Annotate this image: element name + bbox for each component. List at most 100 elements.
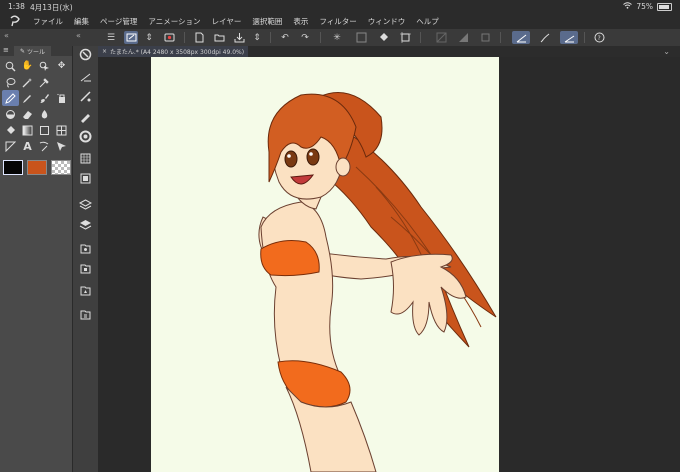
quick-access-icon[interactable] xyxy=(124,31,138,44)
material-2-icon[interactable] xyxy=(79,260,92,274)
magic-wand-icon[interactable] xyxy=(19,74,36,90)
menu-help[interactable]: ヘルプ xyxy=(416,16,439,27)
illustration xyxy=(258,92,497,472)
menu-page[interactable]: ページ管理 xyxy=(100,16,137,27)
divider xyxy=(270,32,271,43)
canvas-area[interactable] xyxy=(98,57,680,472)
deco-icon[interactable] xyxy=(36,106,53,122)
bikini-bottom xyxy=(277,360,351,408)
chevron-down-icon[interactable]: ⌄ xyxy=(663,47,670,56)
open-folder-icon[interactable] xyxy=(212,31,226,44)
invert-selection-icon[interactable] xyxy=(456,31,470,44)
document-tab-title: たまたん.* (A4 2480 x 3508px 300dpi 49.0%) xyxy=(110,49,245,56)
gradient-icon[interactable] xyxy=(19,122,36,138)
brush-snap-icon[interactable] xyxy=(538,31,552,44)
menu-bar: ファイル 編集 ページ管理 アニメーション レイヤー 選択範囲 表示 フィルター… xyxy=(0,13,680,29)
save-icon[interactable] xyxy=(232,31,246,44)
sub-color-swatch[interactable] xyxy=(27,160,47,175)
undo-icon[interactable]: ↶ xyxy=(278,31,292,44)
menu-selection[interactable]: 選択範囲 xyxy=(252,16,282,27)
clock-time: 1:38 xyxy=(8,2,25,11)
panel-menu-icon[interactable]: ≡ xyxy=(3,46,9,54)
hand-icon[interactable]: ✋ xyxy=(19,58,36,74)
menu-filter[interactable]: フィルター xyxy=(319,16,356,27)
collapse-left-icon[interactable]: « xyxy=(4,31,9,40)
airbrush-icon[interactable] xyxy=(53,90,70,106)
main-color-swatch[interactable] xyxy=(3,160,23,175)
eraser-icon[interactable] xyxy=(19,106,36,122)
pen-icon[interactable] xyxy=(2,90,19,106)
menu-window[interactable]: ウィンドウ xyxy=(368,16,406,27)
menu-layer[interactable]: レイヤー xyxy=(212,16,242,27)
menu-hamburger-icon[interactable]: ☰ xyxy=(104,31,118,44)
tab-tools[interactable]: ✎ ツール xyxy=(14,46,52,56)
material-3-icon[interactable] xyxy=(79,282,92,296)
selection-border-icon[interactable] xyxy=(478,31,492,44)
empty-slot xyxy=(53,106,70,122)
clear-layer-icon[interactable]: ✳ xyxy=(330,31,344,44)
ruler-icon[interactable] xyxy=(2,138,19,154)
help-icon[interactable]: ? xyxy=(592,31,606,44)
tool-panel: ≡ ✎ ツール ✋ ✥ A xyxy=(0,46,73,472)
object-select-icon[interactable] xyxy=(36,58,53,74)
zoom-icon[interactable] xyxy=(2,58,19,74)
menu-view[interactable]: 表示 xyxy=(293,16,308,27)
color-swatches xyxy=(2,160,71,180)
eye-right xyxy=(306,148,320,166)
battery-percent: 75% xyxy=(636,2,653,11)
fill-icon[interactable] xyxy=(376,31,390,44)
pencil-icon[interactable] xyxy=(19,90,36,106)
tool-grid: ✋ ✥ A xyxy=(2,58,70,154)
layer-icon[interactable] xyxy=(79,216,92,230)
new-file-icon[interactable] xyxy=(192,31,206,44)
sub-tool-detail-icon[interactable] xyxy=(79,68,92,82)
lasso-icon[interactable] xyxy=(2,74,19,90)
ruler-snap-icon[interactable] xyxy=(512,31,530,44)
wifi-icon xyxy=(623,2,633,11)
blend-icon[interactable] xyxy=(2,106,19,122)
app-logo-icon[interactable] xyxy=(9,15,21,27)
text-icon[interactable]: A xyxy=(19,138,36,154)
layer-property-icon[interactable] xyxy=(78,196,93,210)
color-set-icon[interactable] xyxy=(79,150,92,164)
intermediate-color-icon[interactable] xyxy=(79,170,92,184)
menu-file[interactable]: ファイル xyxy=(33,16,63,27)
canvas-paper[interactable] xyxy=(151,57,499,472)
navigator-icon[interactable] xyxy=(79,46,92,61)
tool-property-icon[interactable] xyxy=(79,108,92,123)
clear-outside-icon[interactable] xyxy=(354,31,368,44)
menu-edit[interactable]: 編集 xyxy=(74,16,89,27)
divider xyxy=(420,32,421,43)
record-icon[interactable] xyxy=(162,31,176,44)
color-wheel-icon[interactable] xyxy=(79,128,92,143)
transform-icon[interactable] xyxy=(398,31,412,44)
special-ruler-snap-icon[interactable] xyxy=(560,31,578,44)
empty-slot xyxy=(53,74,70,90)
transparent-color-swatch[interactable] xyxy=(51,160,71,175)
redo-icon[interactable]: ↷ xyxy=(298,31,312,44)
fill-bucket-icon[interactable] xyxy=(2,122,19,138)
frame-border-icon[interactable] xyxy=(53,122,70,138)
status-bar: 1:38 4月13日(水) 75% xyxy=(0,0,680,13)
balloon-icon[interactable] xyxy=(36,138,53,154)
save-stepper-icon[interactable]: ⇕ xyxy=(250,31,264,44)
eyedropper-icon[interactable] xyxy=(36,74,53,90)
updown-stepper-icon[interactable]: ⇕ xyxy=(142,31,156,44)
collapse-strip-icon[interactable]: « xyxy=(76,31,81,40)
menu-animation[interactable]: アニメーション xyxy=(148,16,200,27)
brush-tool-icon[interactable] xyxy=(36,90,53,106)
brush-size-icon[interactable] xyxy=(79,88,92,102)
document-tab-bar: × たまたん.* (A4 2480 x 3508px 300dpi 49.0%)… xyxy=(98,46,680,57)
divider xyxy=(584,32,585,43)
material-4-icon[interactable] xyxy=(79,306,92,320)
tool-panel-tabs: ≡ ✎ ツール xyxy=(0,46,72,56)
correct-line-icon[interactable] xyxy=(53,138,70,154)
divider xyxy=(500,32,501,43)
figure-icon[interactable] xyxy=(36,122,53,138)
close-tab-icon[interactable]: × xyxy=(102,48,107,55)
deselect-icon[interactable] xyxy=(434,31,448,44)
command-bar: ☰ ⇕ ⇕ ↶ ↷ ✳ ? xyxy=(98,29,680,47)
material-icon[interactable] xyxy=(79,240,92,254)
document-tab[interactable]: × たまたん.* (A4 2480 x 3508px 300dpi 49.0%) xyxy=(98,46,249,57)
move-icon[interactable]: ✥ xyxy=(53,58,70,74)
